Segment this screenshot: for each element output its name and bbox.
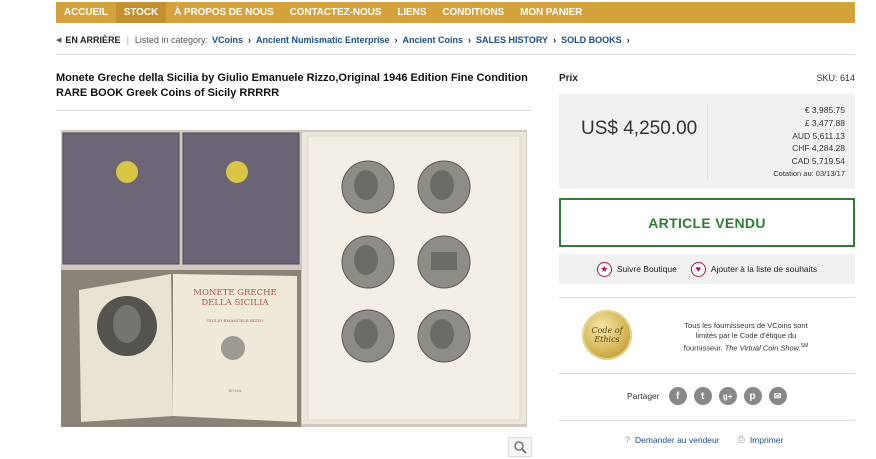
pinterest-icon[interactable]: p — [743, 387, 762, 405]
divider — [707, 104, 708, 179]
follow-shop-button[interactable]: ★ Suivre Boutique — [596, 261, 677, 277]
wishlist-button[interactable]: ♥ Ajouter à la liste de souhaits — [690, 261, 818, 277]
ethics-show-name: The Virtual Coin Show. — [724, 343, 801, 353]
crumb-sales-history[interactable]: SALES HISTORY — [476, 35, 548, 45]
print-link[interactable]: ⎙ Imprimer — [738, 434, 784, 445]
share-bar: Partager f t g+ p ✉ — [627, 387, 794, 405]
wishlist-label: Ajouter à la liste de souhaits — [710, 264, 818, 274]
back-arrow-icon[interactable]: ◀ — [56, 36, 61, 44]
question-icon: ? — [625, 434, 631, 445]
ethics-text-line-3a: fournisseur. — [683, 343, 723, 353]
chevron-right-icon: › — [247, 35, 251, 45]
price-main: US$ 4,250.00 — [581, 118, 698, 139]
book-title-line-2: DELLA SICILIA — [201, 298, 269, 308]
chevron-right-icon: › — [468, 35, 472, 45]
ethics-text-line-2: limités par le Code d'étique du — [695, 331, 797, 340]
product-image[interactable]: MONETE GRECHE DELLA SICILIA GIULIO EMANU… — [61, 130, 527, 427]
divider — [56, 54, 855, 55]
quote-date: Cotation au: 03/13/17 — [773, 168, 845, 178]
book-cover-text: MONETE GRECHE DELLA SICILIA GIULIO EMANU… — [179, 288, 291, 396]
separator: | — [126, 35, 129, 45]
ethics-text: Tous les fournisseurs de VCoins sont lim… — [680, 321, 812, 354]
conversion-chf: CHF 4,284.28 — [792, 143, 845, 154]
book-author: GIULIO EMANUELE RIZZO — [206, 318, 264, 323]
book-city: ROMA — [228, 388, 242, 393]
google-plus-icon[interactable]: g+ — [718, 387, 737, 405]
sku-label: SKU: 614 — [816, 73, 855, 83]
divider — [559, 420, 855, 421]
breadcrumb: ◀ EN ARRIÈRE | Listed in category: VCoin… — [56, 35, 855, 45]
print-label: Imprimer — [749, 434, 784, 445]
nav-stock[interactable]: STOCK — [115, 2, 167, 23]
price-box: US$ 4,250.00 € 3,985.75 £ 3,477.88 AUD 5… — [559, 94, 855, 189]
bottom-links: ? Demander au vendeur ⎙ Imprimer — [625, 434, 801, 445]
chevron-right-icon: › — [626, 35, 630, 45]
divider — [559, 297, 855, 298]
crumb-sold-books[interactable]: SOLD BOOKS — [561, 35, 622, 45]
follow-bar: ★ Suivre Boutique ♥ Ajouter à la liste d… — [559, 254, 855, 284]
back-link[interactable]: EN ARRIÈRE — [65, 35, 120, 45]
heart-icon: ♥ — [690, 261, 706, 277]
chevron-right-icon: › — [394, 35, 398, 45]
book-photo-illustration — [61, 130, 527, 427]
nav-a-propos[interactable]: À PROPOS DE NOUS — [166, 2, 282, 23]
conversion-eur: € 3,985.75 — [804, 105, 845, 115]
badge-line-1: Code of — [591, 326, 623, 335]
nav-contactez[interactable]: CONTACTEZ-NOUS — [282, 2, 390, 23]
sold-status-banner: ARTICLE VENDU — [559, 198, 855, 247]
email-icon[interactable]: ✉ — [768, 387, 787, 405]
conversion-gbp: £ 3,477.88 — [804, 117, 845, 128]
ask-seller-label: Demander au vendeur — [635, 434, 720, 445]
book-title-line-1: MONETE GRECHE — [193, 288, 277, 298]
crumb-ancient-numismatic[interactable]: Ancient Numismatic Enterprise — [256, 35, 390, 45]
facebook-icon[interactable]: f — [668, 387, 687, 405]
divider — [56, 110, 532, 111]
ethics-text-line-3: fournisseur. The Virtual Coin Show.SM — [680, 341, 812, 354]
star-icon: ★ — [596, 261, 612, 277]
main-nav: ACCUEIL STOCK À PROPOS DE NOUS CONTACTEZ… — [56, 2, 855, 23]
share-label: Partager — [627, 391, 660, 401]
follow-shop-label: Suivre Boutique — [616, 264, 677, 274]
conversion-aud: AUD 5,611.13 — [792, 130, 845, 141]
chevron-right-icon: › — [553, 35, 557, 45]
currency-conversions: € 3,985.75 £ 3,477.88 AUD 5,611.13 CHF 4… — [773, 104, 845, 181]
twitter-icon[interactable]: t — [693, 387, 712, 405]
nav-accueil[interactable]: ACCUEIL — [56, 2, 116, 23]
nav-panier[interactable]: MON PANIER — [512, 2, 590, 23]
price-label: Prix — [559, 73, 578, 84]
listed-label: Listed in category: — [134, 35, 208, 45]
code-of-ethics-badge-icon[interactable]: Code of Ethics — [582, 310, 632, 360]
conversion-cad: CAD 5,719.54 — [791, 156, 845, 167]
printer-icon: ⎙ — [737, 434, 745, 444]
magnifier-icon — [514, 441, 527, 454]
zoom-button[interactable] — [508, 437, 532, 457]
ask-seller-link[interactable]: ? Demander au vendeur — [625, 435, 720, 445]
ethics-sm: SM — [800, 343, 809, 349]
crumb-ancient-coins[interactable]: Ancient Coins — [403, 35, 464, 45]
badge-line-2: Ethics — [594, 335, 620, 344]
divider — [559, 373, 855, 374]
nav-conditions[interactable]: CONDITIONS — [434, 2, 512, 23]
nav-liens[interactable]: LIENS — [389, 2, 434, 23]
crumb-vcoins[interactable]: VCoins — [212, 35, 243, 45]
product-title: Monete Greche della Sicilia by Giulio Em… — [56, 72, 528, 99]
ethics-text-line-1: Tous les fournisseurs de VCoins sont — [684, 321, 808, 330]
